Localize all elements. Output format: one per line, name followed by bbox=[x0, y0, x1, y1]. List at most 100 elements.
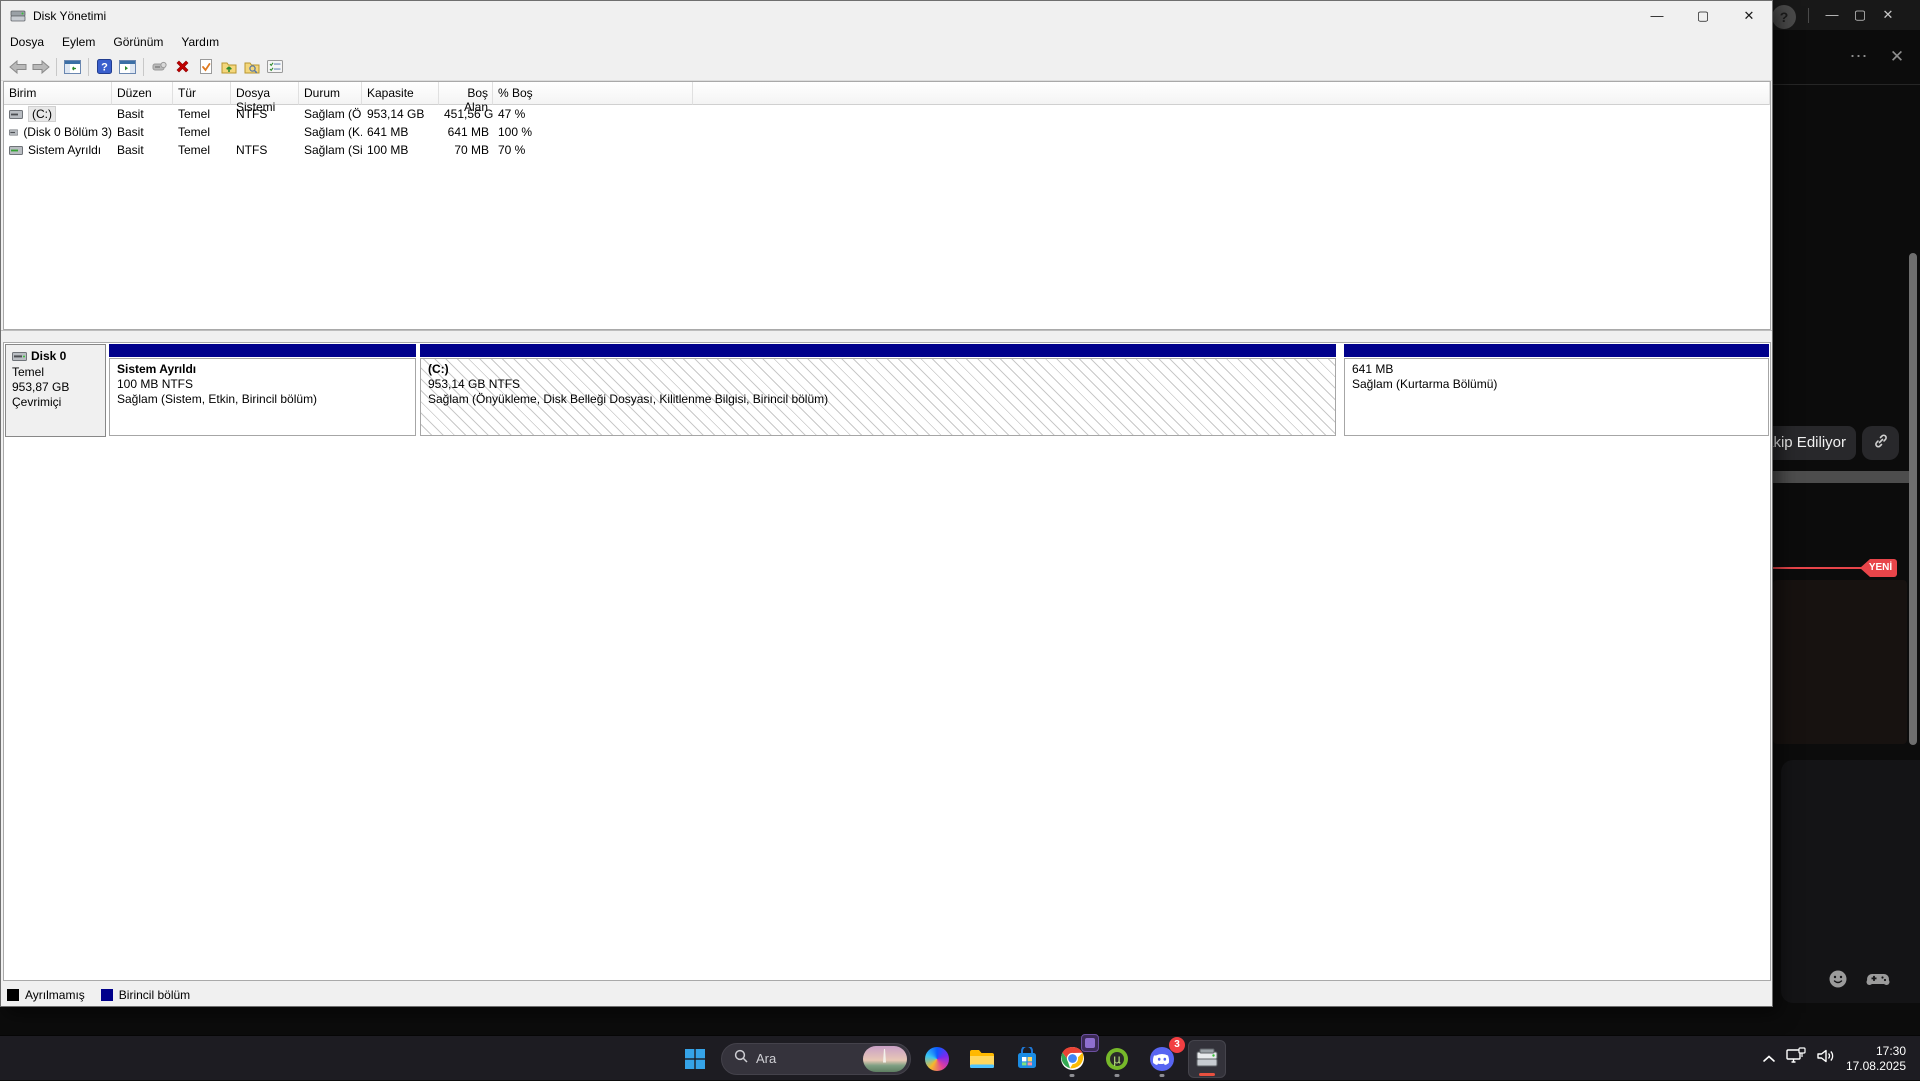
column-durum[interactable]: Durum bbox=[299, 82, 362, 105]
highlighted-message-panel bbox=[1773, 580, 1907, 744]
action-pane-icon[interactable] bbox=[116, 56, 139, 78]
clock[interactable]: 17:30 17.08.2025 bbox=[1846, 1044, 1906, 1074]
partition-name: (C:) bbox=[428, 362, 449, 376]
column-duzen[interactable]: Düzen bbox=[112, 82, 173, 105]
link-button[interactable] bbox=[1862, 426, 1899, 460]
copilot-icon[interactable] bbox=[918, 1040, 956, 1078]
panel-close-button[interactable]: ✕ bbox=[1884, 44, 1910, 70]
back-icon[interactable] bbox=[6, 56, 29, 78]
screen: ? — ▢ ✕ ⋯ ✕ akip Ediliyor YENİ Disk Yöne… bbox=[0, 0, 1920, 1080]
cell-pct-free: 100 % bbox=[498, 125, 533, 139]
cell-type: Temel bbox=[178, 143, 211, 157]
legend-unallocated: Ayrılmamış bbox=[7, 988, 85, 1002]
game-controller-icon[interactable] bbox=[1866, 970, 1890, 993]
partition-name: Sistem Ayrıldı bbox=[117, 362, 197, 376]
help-icon[interactable]: ? bbox=[93, 56, 116, 78]
disk-management-window: Disk Yönetimi — ▢ ✕ Dosya Eylem Görünüm … bbox=[0, 0, 1773, 1007]
running-indicator bbox=[1159, 1073, 1165, 1077]
minimize-button[interactable]: — bbox=[1634, 1, 1680, 30]
utorrent-icon[interactable]: µ bbox=[1098, 1040, 1136, 1078]
menu-gorunum[interactable]: Görünüm bbox=[104, 32, 172, 52]
cell-pct-free: 47 % bbox=[498, 107, 526, 121]
volume-row-bolum3[interactable]: (Disk 0 Bölüm 3) Basit Temel Sağlam (K..… bbox=[4, 123, 1770, 141]
column-dosya-sistemi[interactable]: Dosya Sistemi bbox=[231, 82, 299, 114]
tray-chevron-up-icon[interactable] bbox=[1762, 1050, 1776, 1068]
cell-type: Temel bbox=[178, 107, 211, 121]
cell-free: 70 MB bbox=[454, 143, 489, 157]
bg-maximize-button[interactable]: ▢ bbox=[1846, 0, 1874, 30]
menu-yardim[interactable]: Yardım bbox=[172, 32, 228, 52]
cell-capacity: 641 MB bbox=[367, 125, 409, 139]
cell-status: Sağlam (Ö... bbox=[304, 107, 362, 121]
partition-color-bar bbox=[109, 344, 416, 357]
bg-minimize-button[interactable]: — bbox=[1818, 0, 1846, 30]
folder-find-icon[interactable] bbox=[240, 56, 263, 78]
new-badge[interactable]: YENİ bbox=[1860, 559, 1897, 577]
volume-row-c[interactable]: (C:) Basit Temel NTFS Sağlam (Ö... 953,1… bbox=[4, 105, 1770, 123]
bg-close-button[interactable]: ✕ bbox=[1874, 0, 1902, 30]
volume-name: (Disk 0 Bölüm 3) bbox=[23, 125, 112, 139]
search-highlight-image[interactable] bbox=[863, 1045, 907, 1072]
taskbar: Ara µ 3 17:30 17.08.2025 bbox=[0, 1033, 1920, 1080]
cell-fs: NTFS bbox=[236, 143, 268, 157]
volume-speaker-icon[interactable] bbox=[1816, 1048, 1836, 1069]
disk-management-taskbar-icon[interactable] bbox=[1188, 1039, 1226, 1078]
column-bos-alan[interactable]: Boş Alan bbox=[439, 82, 493, 114]
legend-label: Birincil bölüm bbox=[118, 988, 191, 1002]
column-pct-bos[interactable]: % Boş bbox=[493, 82, 693, 105]
volume-icon bbox=[9, 145, 23, 155]
partition-size: 100 MB NTFS bbox=[117, 377, 194, 391]
disk0-info-box[interactable]: Disk 0 Temel 953,87 GB Çevrimiçi bbox=[5, 344, 106, 437]
disk0-size: 953,87 GB bbox=[12, 380, 70, 394]
disk0-status: Çevrimiçi bbox=[12, 395, 62, 409]
help-circle-icon[interactable]: ? bbox=[1772, 5, 1796, 29]
legend: Ayrılmamış Birincil bölüm bbox=[7, 985, 807, 1005]
panel-more-button[interactable]: ⋯ bbox=[1844, 44, 1874, 70]
forward-icon[interactable] bbox=[29, 56, 52, 78]
disk0-name: Disk 0 bbox=[31, 349, 67, 363]
legend-swatch-primary bbox=[100, 989, 113, 1001]
search-box[interactable]: Ara bbox=[721, 1042, 911, 1075]
column-tur[interactable]: Tür bbox=[173, 82, 231, 105]
svg-text:µ: µ bbox=[1113, 1052, 1121, 1066]
cell-capacity: 953,14 GB bbox=[367, 107, 425, 121]
start-button[interactable] bbox=[676, 1040, 714, 1078]
delete-volume-icon[interactable] bbox=[171, 56, 194, 78]
column-kapasite[interactable]: Kapasite bbox=[362, 82, 439, 105]
partition-color-bar bbox=[420, 344, 1336, 357]
cell-fs: NTFS bbox=[236, 107, 268, 121]
partition-sistem-ayrildi[interactable]: Sistem Ayrıldı 100 MB NTFS Sağlam (Siste… bbox=[109, 344, 416, 437]
search-icon bbox=[734, 1049, 748, 1068]
title-bar[interactable]: Disk Yönetimi — ▢ ✕ bbox=[1, 1, 1772, 30]
scrollbar-thumb[interactable] bbox=[1909, 253, 1917, 745]
console-tree-icon[interactable] bbox=[61, 56, 84, 78]
discord-icon[interactable]: 3 bbox=[1143, 1036, 1185, 1078]
partition-size: 953,14 GB NTFS bbox=[428, 377, 521, 391]
column-birim[interactable]: Birim bbox=[4, 82, 112, 105]
file-explorer-icon[interactable] bbox=[963, 1040, 1001, 1078]
pane-splitter[interactable] bbox=[1, 330, 1772, 342]
menu-eylem[interactable]: Eylem bbox=[53, 32, 104, 52]
volume-icon bbox=[9, 129, 19, 135]
cell-capacity: 100 MB bbox=[367, 143, 409, 157]
cell-type: Temel bbox=[178, 125, 211, 139]
cell-status: Sağlam (K... bbox=[304, 125, 362, 139]
maximize-button[interactable]: ▢ bbox=[1680, 1, 1726, 30]
close-button[interactable]: ✕ bbox=[1726, 1, 1772, 30]
chrome-icon[interactable] bbox=[1053, 1033, 1099, 1078]
partition-size: 641 MB bbox=[1352, 362, 1394, 376]
network-icon[interactable] bbox=[1786, 1047, 1806, 1070]
check-document-icon[interactable] bbox=[194, 56, 217, 78]
microsoft-store-icon[interactable] bbox=[1008, 1040, 1046, 1078]
partition-recovery[interactable]: 641 MB Sağlam (Kurtarma Bölümü) bbox=[1344, 344, 1769, 437]
volume-row-sistem[interactable]: Sistem Ayrıldı Basit Temel NTFS Sağlam (… bbox=[4, 141, 1770, 159]
partition-c[interactable]: (C:) 953,14 GB NTFS Sağlam (Önyükleme, D… bbox=[420, 344, 1336, 437]
running-indicator bbox=[1114, 1073, 1120, 1077]
partition-color-bar bbox=[1344, 344, 1769, 357]
partition-status: Sağlam (Sistem, Etkin, Birincil bölüm) bbox=[117, 392, 318, 406]
disabled-tool-icon bbox=[148, 56, 171, 78]
emoji-icon[interactable] bbox=[1828, 969, 1848, 994]
properties-icon[interactable] bbox=[263, 56, 286, 78]
folder-up-icon[interactable] bbox=[217, 56, 240, 78]
menu-dosya[interactable]: Dosya bbox=[1, 32, 53, 52]
